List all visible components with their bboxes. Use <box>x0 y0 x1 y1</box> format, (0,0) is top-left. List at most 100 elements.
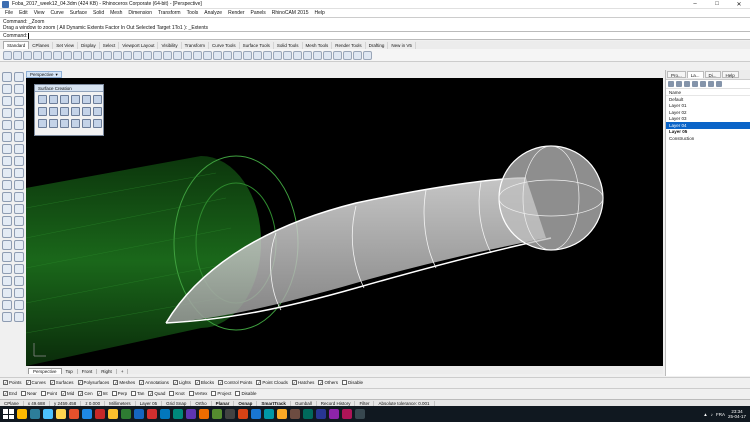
clock[interactable]: 23:34 25-04-17 <box>728 409 746 419</box>
unroll-icon[interactable] <box>93 119 102 128</box>
control-points-on-icon[interactable] <box>2 288 12 298</box>
arc-icon[interactable] <box>14 96 24 106</box>
offset-curve-icon[interactable] <box>14 132 24 142</box>
menu-dimension[interactable]: Dimension <box>125 10 155 16</box>
tab-solid-tools[interactable]: Solid Tools <box>274 42 303 49</box>
undo-icon[interactable] <box>83 50 92 60</box>
properties-icon[interactable] <box>43 50 52 60</box>
taskbar-app-icon[interactable] <box>277 409 287 419</box>
zebra-icon[interactable] <box>14 312 24 322</box>
group-icon[interactable] <box>2 240 12 250</box>
taskbar-app-icon[interactable] <box>30 409 40 419</box>
show-icon[interactable] <box>213 50 222 60</box>
analysis-icon[interactable] <box>273 50 282 60</box>
panel-title[interactable]: Surface Creation <box>35 85 103 92</box>
tab-cplanes[interactable]: CPlanes <box>29 42 54 49</box>
record-history-toggle[interactable]: Record History <box>317 400 356 406</box>
filter-curves-checkbox[interactable]: ✓ Curves <box>25 380 46 385</box>
taskbar-app-icon[interactable] <box>342 409 352 419</box>
filter-blocks-checkbox[interactable]: ✓ Blocks <box>194 380 214 385</box>
new-layer-icon[interactable] <box>668 81 674 87</box>
ellipse-icon[interactable] <box>2 108 12 118</box>
move-icon[interactable] <box>2 252 12 262</box>
analyze-direction-icon[interactable] <box>2 300 12 310</box>
filter-polysurfaces-checkbox[interactable]: ✓ Polysurfaces <box>77 380 109 385</box>
taskbar-app-icon[interactable] <box>43 409 53 419</box>
undo-view-icon[interactable] <box>163 50 172 60</box>
layer-icon[interactable] <box>243 50 252 60</box>
bounding-box-icon[interactable] <box>2 312 12 322</box>
command-input[interactable] <box>28 32 31 39</box>
taskbar-app-icon[interactable] <box>121 409 131 419</box>
revolve-icon[interactable] <box>14 156 24 166</box>
tab-display[interactable]: Di... <box>704 71 721 78</box>
osnap-quad-checkbox[interactable]: ✓ Quad <box>148 391 165 396</box>
cone-icon[interactable] <box>14 180 24 190</box>
tab-front[interactable]: Front <box>78 369 98 374</box>
move-down-icon[interactable] <box>700 81 706 87</box>
save-icon[interactable] <box>23 50 32 60</box>
minimize-button[interactable]: – <box>684 0 706 9</box>
taskbar-app-icon[interactable] <box>264 409 274 419</box>
tab-new-in-v5[interactable]: New in V5 <box>388 42 416 49</box>
lock-icon[interactable] <box>223 50 232 60</box>
polyline-icon[interactable] <box>2 84 12 94</box>
filter-toggle[interactable]: Filter <box>355 400 375 406</box>
material-icon[interactable] <box>333 50 342 60</box>
tab-display[interactable]: Display <box>78 42 100 49</box>
taskbar-app-icon[interactable] <box>199 409 209 419</box>
select-arrow-icon[interactable] <box>2 72 12 82</box>
menu-file[interactable]: File <box>2 10 16 16</box>
osnap-mid-checkbox[interactable]: ✓ Mid <box>61 391 74 396</box>
ortho-toggle[interactable]: Ortho <box>191 400 212 406</box>
sphere-icon[interactable] <box>14 168 24 178</box>
network-surface-icon[interactable] <box>60 107 69 116</box>
print-icon[interactable] <box>33 50 42 60</box>
tab-select[interactable]: Select <box>100 42 120 49</box>
current-layer[interactable]: Layer 05 <box>136 400 163 406</box>
tab-standard[interactable]: Standard <box>3 41 30 49</box>
taskbar-app-icon[interactable] <box>147 409 157 419</box>
menu-view[interactable]: View <box>31 10 48 16</box>
filter-hatches-checkbox[interactable]: ✓ Hatches <box>291 380 314 385</box>
tab-curve-tools[interactable]: Curve Tools <box>209 42 240 49</box>
volume-icon[interactable]: ♪ <box>711 412 713 417</box>
new-sublayer-icon[interactable] <box>676 81 682 87</box>
revolve-surface-icon[interactable] <box>93 95 102 104</box>
taskbar-app-icon[interactable] <box>17 409 27 419</box>
osnap-project-checkbox[interactable]: Project <box>211 391 231 396</box>
menu-render[interactable]: Render <box>225 10 247 16</box>
viewport-title[interactable]: Perspective ▾ <box>26 71 62 78</box>
tab-help[interactable]: Help <box>721 71 739 78</box>
select-all-icon[interactable] <box>193 50 202 60</box>
menu-rhinocam[interactable]: RhinoCAM 2015 <box>269 10 312 16</box>
surface-corners-icon[interactable] <box>2 144 12 154</box>
copy-object-icon[interactable] <box>14 252 24 262</box>
offset-surface-icon[interactable] <box>60 119 69 128</box>
taskbar-app-icon[interactable] <box>69 409 79 419</box>
delete-layer-icon[interactable] <box>684 81 690 87</box>
taskbar-app-icon[interactable] <box>56 409 66 419</box>
array-icon[interactable] <box>14 276 24 286</box>
tab-drafting[interactable]: Drafting <box>366 42 389 49</box>
options-icon[interactable] <box>343 50 352 60</box>
menu-edit[interactable]: Edit <box>16 10 31 16</box>
tab-top[interactable]: Top <box>62 369 78 374</box>
taskbar-app-icon[interactable] <box>134 409 144 419</box>
osnap-near-checkbox[interactable]: Near <box>21 391 37 396</box>
loft-surface-icon[interactable] <box>82 95 91 104</box>
osnap-int-checkbox[interactable]: ✓ Int <box>96 391 108 396</box>
filter-points-checkbox[interactable]: ✓ Points <box>3 380 22 385</box>
cplane-indicator[interactable]: CPlane <box>0 400 24 406</box>
blend-surface-icon[interactable] <box>82 107 91 116</box>
rectangle-icon[interactable] <box>14 108 24 118</box>
osnap-point-checkbox[interactable]: Point <box>40 391 57 396</box>
scale-icon[interactable] <box>14 264 24 274</box>
osnap-tan-checkbox[interactable]: Tan <box>131 391 144 396</box>
circle-icon[interactable] <box>2 96 12 106</box>
box-icon[interactable] <box>2 168 12 178</box>
tab-render-tools[interactable]: Render Tools <box>332 42 366 49</box>
taskbar-app-icon[interactable] <box>225 409 235 419</box>
fillet-surface-icon[interactable] <box>93 107 102 116</box>
close-button[interactable]: ✕ <box>728 0 750 9</box>
